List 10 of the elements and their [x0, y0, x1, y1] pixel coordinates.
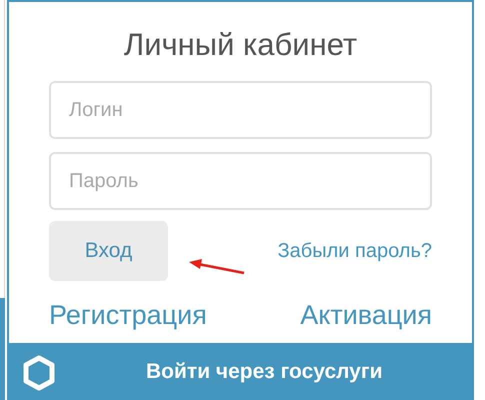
activation-link[interactable]: Активация — [300, 295, 432, 336]
arrow — [188, 258, 246, 276]
page-title: Личный кабинет — [122, 26, 358, 64]
login-field[interactable]: Логин — [49, 81, 432, 139]
registration-link[interactable]: Регистрация — [49, 295, 207, 336]
hexagon-icon — [21, 355, 57, 391]
password-field[interactable]: Пароль — [49, 152, 432, 210]
gosuslugi-button[interactable]: Войти через госуслуги — [9, 343, 472, 400]
forgot-password-link[interactable]: Забыли пароль? — [278, 236, 432, 266]
login-button[interactable]: Вход — [49, 221, 168, 281]
